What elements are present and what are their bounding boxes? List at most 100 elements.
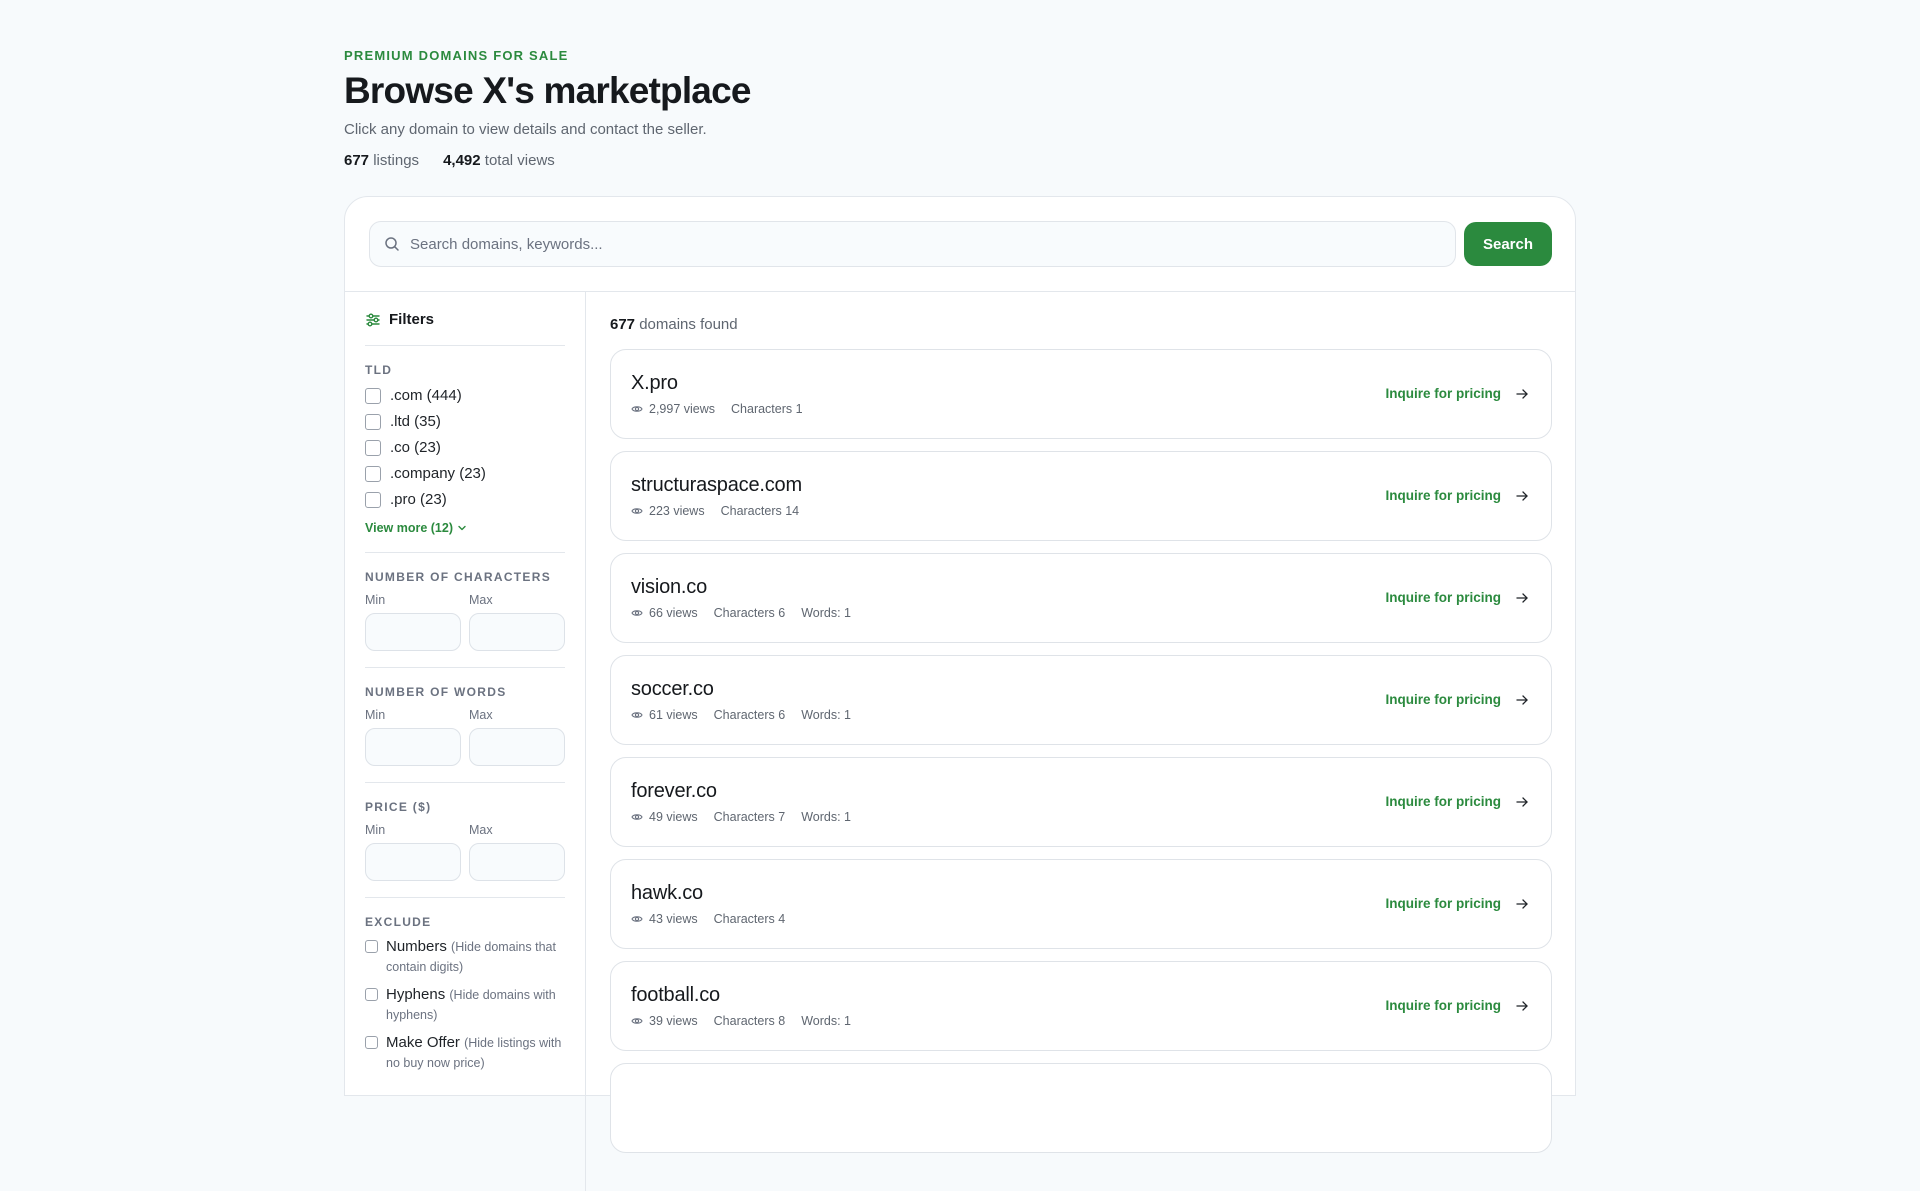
checkbox[interactable]	[365, 387, 381, 404]
views-count: 61 views	[649, 708, 698, 722]
tld-label: .ltd (35)	[390, 413, 441, 430]
tld-filter-ltd[interactable]: .ltd (35)	[365, 413, 441, 430]
views-stat: 4,492 total views	[443, 152, 555, 169]
divider	[585, 291, 586, 1191]
domain-card[interactable]: soccer.co 61 views Characters 6 Words: 1…	[610, 655, 1552, 745]
domain-name: football.co	[631, 984, 720, 1006]
eye-icon	[631, 916, 643, 922]
max-label: Max	[469, 708, 493, 722]
tld-section-title: TLD	[365, 363, 393, 377]
inquire-label: Inquire for pricing	[1385, 692, 1501, 707]
eye-icon	[631, 406, 643, 412]
domain-name: hawk.co	[631, 882, 703, 904]
filters-title: Filters	[389, 311, 435, 328]
domain-card[interactable]: X.pro 2,997 views Characters 1 Inquire f…	[610, 349, 1552, 439]
results-count: 677 domains found	[610, 316, 738, 333]
words-min-input[interactable]	[365, 728, 461, 766]
checkbox[interactable]	[365, 439, 381, 456]
inquire-link[interactable]: Inquire for pricing	[1385, 692, 1529, 707]
arrow-right-icon	[1516, 388, 1528, 399]
marketplace-panel: Search Filters TLD .com (444) .ltd (35) …	[344, 196, 1576, 1191]
tld-filter-co[interactable]: .co (23)	[365, 439, 441, 456]
characters-count: Characters 6	[713, 606, 786, 620]
domain-card[interactable]: football.co 39 views Characters 8 Words:…	[610, 961, 1552, 1051]
page-subtitle: Click any domain to view details and con…	[344, 121, 707, 138]
characters-section-title: NUMBER OF CHARACTERS	[365, 570, 551, 584]
tld-label: .company (23)	[390, 465, 486, 482]
checkbox[interactable]	[365, 465, 381, 482]
stats-row: 677 listings 4,492 total views	[344, 152, 555, 169]
tld-filter-com[interactable]: .com (444)	[365, 387, 462, 404]
tld-filter-company[interactable]: .company (23)	[365, 465, 486, 482]
page-title: Browse X's marketplace	[344, 70, 751, 111]
words-max-input[interactable]	[469, 728, 565, 766]
search-button[interactable]: Search	[1464, 222, 1552, 266]
min-label: Min	[365, 593, 386, 607]
domain-card[interactable]: hawk.co 43 views Characters 4 Inquire fo…	[610, 859, 1552, 949]
domain-meta: 49 views Characters 7 Words: 1	[631, 810, 851, 824]
characters-min-input[interactable]	[365, 613, 461, 651]
results-number: 677	[610, 316, 636, 333]
domain-name: forever.co	[631, 780, 717, 802]
min-label: Min	[365, 823, 386, 837]
domain-name: vision.co	[631, 576, 708, 598]
characters-count: Characters 4	[713, 912, 786, 926]
checkbox[interactable]	[365, 988, 378, 1001]
exclude-section-title: EXCLUDE	[365, 915, 432, 929]
views-count: 2,997 views	[649, 402, 716, 416]
divider	[365, 782, 565, 783]
arrow-right-icon	[1516, 490, 1528, 501]
price-section-title: PRICE ($)	[365, 800, 432, 814]
exclude-make-offer[interactable]: Make Offer (Hide listings with no buy no…	[365, 1033, 570, 1073]
domain-card[interactable]: structuraspace.com 223 views Characters …	[610, 451, 1552, 541]
search-bar	[369, 221, 1456, 267]
exclude-hyphens[interactable]: Hyphens (Hide domains with hyphens)	[365, 985, 570, 1025]
domain-name: structuraspace.com	[631, 474, 802, 496]
max-label: Max	[469, 593, 493, 607]
domain-card[interactable]: vision.co 66 views Characters 6 Words: 1…	[610, 553, 1552, 643]
checkbox[interactable]	[365, 491, 381, 508]
exclude-numbers[interactable]: Numbers (Hide domains that contain digit…	[365, 937, 570, 977]
view-more-link[interactable]: View more (12)	[365, 521, 467, 535]
checkbox[interactable]	[365, 1036, 378, 1049]
arrow-right-icon	[1516, 796, 1528, 807]
characters-count: Characters 14	[720, 504, 800, 518]
domain-name: soccer.co	[631, 678, 714, 700]
views-count: 49 views	[649, 810, 698, 824]
inquire-link[interactable]: Inquire for pricing	[1385, 590, 1529, 605]
price-min-input[interactable]	[365, 843, 461, 881]
inquire-link[interactable]: Inquire for pricing	[1385, 794, 1529, 809]
min-label: Min	[365, 708, 386, 722]
exclude-label: Numbers (Hide domains that contain digit…	[386, 937, 570, 977]
divider	[365, 667, 565, 668]
exclude-label: Make Offer (Hide listings with no buy no…	[386, 1033, 570, 1073]
views-count: 39 views	[649, 1014, 698, 1028]
divider	[365, 897, 565, 898]
eye-icon	[631, 508, 643, 514]
divider	[345, 291, 1575, 292]
price-max-input[interactable]	[469, 843, 565, 881]
domain-card[interactable]: forever.co 49 views Characters 7 Words: …	[610, 757, 1552, 847]
inquire-label: Inquire for pricing	[1385, 488, 1501, 503]
eyebrow-label: PREMIUM DOMAINS FOR SALE	[344, 48, 569, 63]
view-more-label: View more (12)	[365, 521, 454, 535]
domain-card[interactable]	[610, 1063, 1552, 1153]
inquire-label: Inquire for pricing	[1385, 794, 1501, 809]
characters-max-input[interactable]	[469, 613, 565, 651]
domain-meta: 66 views Characters 6 Words: 1	[631, 606, 851, 620]
listings-label: listings	[373, 152, 420, 169]
eye-icon	[631, 610, 643, 616]
domain-meta: 223 views Characters 14	[631, 504, 815, 518]
search-input[interactable]	[410, 235, 1410, 253]
inquire-link[interactable]: Inquire for pricing	[1385, 488, 1529, 503]
domain-meta: 2,997 views Characters 1	[631, 402, 819, 416]
inquire-link[interactable]: Inquire for pricing	[1385, 998, 1529, 1013]
checkbox[interactable]	[365, 413, 381, 430]
eye-icon	[631, 814, 643, 820]
checkbox[interactable]	[365, 940, 378, 953]
tld-filter-pro[interactable]: .pro (23)	[365, 491, 447, 508]
inquire-link[interactable]: Inquire for pricing	[1385, 896, 1529, 911]
search-icon	[385, 237, 399, 251]
words-count: Words: 1	[801, 606, 851, 620]
inquire-link[interactable]: Inquire for pricing	[1385, 386, 1529, 401]
